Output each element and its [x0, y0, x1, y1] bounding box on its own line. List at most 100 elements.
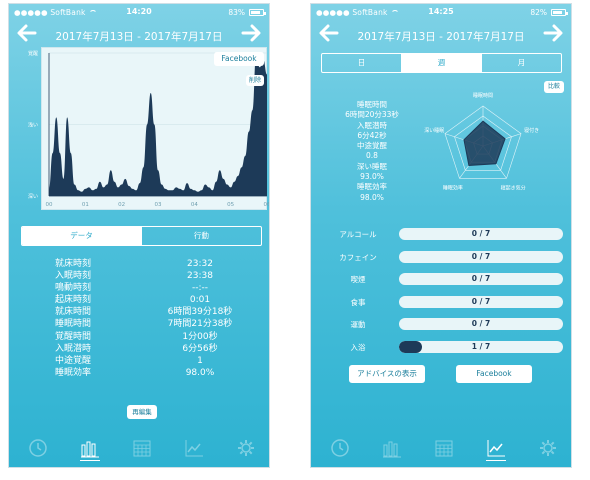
- phone-screen-sleep-data: ●●●●● SoftBank 14:20 83% 2017年7月13日 - 20…: [8, 3, 270, 468]
- average-stat-line: 6分42秒: [357, 130, 387, 140]
- stat-row: 入眠時刻 23:38: [21, 270, 261, 282]
- bar-chart-icon[interactable]: [79, 437, 101, 461]
- bottom-tab-bar: [311, 437, 571, 461]
- radar-axis-label: 睡眠効率: [443, 184, 463, 191]
- battery-percent: 82%: [530, 8, 547, 17]
- calendar-icon[interactable]: [131, 437, 153, 459]
- stat-value: 23:38: [187, 271, 213, 282]
- average-stat-line: 睡眠時間: [357, 100, 387, 109]
- line-chart-icon[interactable]: [485, 437, 507, 461]
- previous-period-arrow-icon[interactable]: [15, 21, 39, 45]
- factor-count: 0 / 7: [471, 296, 491, 306]
- delete-button[interactable]: 削除: [246, 75, 264, 86]
- gear-icon[interactable]: [235, 437, 257, 459]
- facebook-share-button[interactable]: Facebook: [214, 52, 264, 66]
- compare-button[interactable]: 比較: [544, 81, 564, 93]
- bottom-tab-bar: [9, 437, 269, 461]
- stat-row: 睡眠時間 7時間21分38秒: [21, 318, 261, 330]
- clock-icon[interactable]: [27, 437, 49, 459]
- radar-axis-label: 睡眠時間: [473, 92, 493, 99]
- status-bar: ●●●●● SoftBank 14:20 83%: [9, 4, 269, 20]
- tab-week[interactable]: 週: [401, 54, 481, 72]
- show-advice-button[interactable]: アドバイスの表示: [349, 365, 425, 383]
- stat-value: 0:01: [189, 295, 211, 306]
- status-bar: ●●●●● SoftBank 14:25 82%: [311, 4, 571, 20]
- radar-axis-label: 寝起き気分: [501, 184, 526, 191]
- next-period-arrow-icon[interactable]: [541, 21, 565, 45]
- date-range-title: 2017年7月13日 - 2017年7月17日: [357, 31, 525, 43]
- factor-label: アルコール: [339, 230, 377, 239]
- next-period-arrow-icon[interactable]: [239, 21, 263, 45]
- factor-label: 喫煙: [350, 275, 366, 284]
- factor-progress-bar: 0 / 7: [399, 228, 563, 240]
- battery-percent: 83%: [228, 8, 245, 17]
- stat-row: 覚醒時間 1分00秒: [21, 331, 261, 343]
- stat-label: 中途覚醒: [55, 355, 92, 366]
- re-edit-button[interactable]: 再編集: [127, 405, 157, 419]
- stat-label: 起床時刻: [55, 295, 92, 306]
- sleep-stats-list: 就床時刻 23:32 入眠時刻 23:38 鳴動時刻 --:-- 起床時刻 0:01 就床時間 6…: [21, 258, 261, 379]
- radar-chart: 睡眠時間寝付き寝起き気分 睡眠効率 深い睡眠: [423, 86, 543, 196]
- tab-day[interactable]: 日: [322, 54, 401, 72]
- y-tick-label: 浅い: [28, 122, 38, 129]
- tab-actions[interactable]: 行動: [141, 227, 261, 245]
- x-tick-label: 06: [264, 202, 271, 208]
- stat-value: 6時間39分18秒: [167, 307, 233, 318]
- average-stat-line: 98.0%: [360, 192, 384, 202]
- date-range-title: 2017年7月13日 - 2017年7月17日: [55, 31, 223, 43]
- average-stat-line: 深い睡眠: [357, 161, 387, 171]
- radar-chart-svg: 睡眠時間寝付き寝起き気分 睡眠効率 深い睡眠: [424, 92, 539, 192]
- bar-chart-icon[interactable]: [381, 437, 403, 459]
- factor-label: 入浴: [350, 342, 366, 352]
- stat-value: 98.0%: [185, 367, 215, 378]
- factor-progress-bar: 0 / 7: [399, 250, 563, 263]
- radar-axis-label: 寝付き: [524, 127, 539, 134]
- battery-fill: [553, 11, 563, 14]
- line-chart-icon[interactable]: [183, 437, 205, 459]
- factor-progress-bar: 1 / 7: [399, 340, 563, 353]
- average-stat-line: 睡眠効率: [357, 182, 387, 192]
- factor-label: カフェイン: [339, 252, 377, 262]
- factor-progress-bar: 0 / 7: [399, 295, 563, 308]
- sleep-depth-chart: 覚醒 浅い 深い 00 01 02 03 04 05 06: [28, 47, 271, 210]
- stat-label: 鳴動時刻: [55, 283, 92, 294]
- factor-progress-bar: 0 / 7: [399, 273, 563, 285]
- x-tick-label: 00: [46, 202, 53, 208]
- x-tick-label: 03: [155, 202, 162, 208]
- average-stat-line: 93.0%: [360, 172, 384, 182]
- factor-row: 入浴 1 / 7: [333, 340, 563, 354]
- tab-month[interactable]: 月: [481, 54, 561, 72]
- facebook-share-button[interactable]: Facebook: [456, 365, 532, 383]
- tab-data[interactable]: データ: [22, 227, 141, 245]
- factor-label: 運動: [350, 320, 366, 329]
- stat-value: 23:32: [187, 259, 213, 269]
- stat-label: 覚醒時間: [55, 331, 92, 342]
- stat-value: 1分00秒: [182, 331, 218, 342]
- factor-row: アルコール 0 / 7: [333, 227, 563, 241]
- clock-icon[interactable]: [329, 437, 351, 459]
- x-tick-label: 01: [82, 202, 89, 208]
- average-stat-line: 6時間20分33秒: [345, 110, 399, 120]
- factor-label: 食事: [350, 297, 366, 307]
- stat-row: 鳴動時刻 --:--: [21, 282, 261, 294]
- stat-label: 就床時間: [55, 307, 92, 318]
- previous-period-arrow-icon[interactable]: [317, 21, 341, 45]
- factor-row: 喫煙 0 / 7: [333, 272, 563, 286]
- factor-count: 0 / 7: [471, 229, 491, 238]
- stat-value: --:--: [191, 283, 209, 294]
- calendar-icon[interactable]: [433, 437, 455, 459]
- factor-count: 0 / 7: [471, 319, 491, 328]
- stat-label: 就床時刻: [55, 259, 92, 269]
- factor-row: 食事 0 / 7: [333, 295, 563, 309]
- stat-value: 6分56秒: [182, 343, 218, 354]
- average-stat-line: 入眠潜時: [357, 120, 387, 130]
- gear-icon[interactable]: [537, 437, 559, 459]
- stat-row: 起床時刻 0:01: [21, 294, 261, 306]
- radar-axis-label: 深い睡眠: [424, 127, 444, 134]
- stat-label: 入眠潜時: [55, 343, 92, 354]
- sleep-depth-svg: 覚醒浅い深い 00 01 02 03 04 05 06: [28, 50, 271, 208]
- weekly-averages-text: 睡眠時間 6時間20分33秒 入眠潜時 6分42秒 中途覚醒 0.8 深い睡眠 93.0% 睡眠…: [317, 100, 427, 203]
- stat-label: 睡眠時間: [55, 319, 92, 330]
- battery-icon: [551, 9, 568, 16]
- battery-icon: [249, 9, 266, 16]
